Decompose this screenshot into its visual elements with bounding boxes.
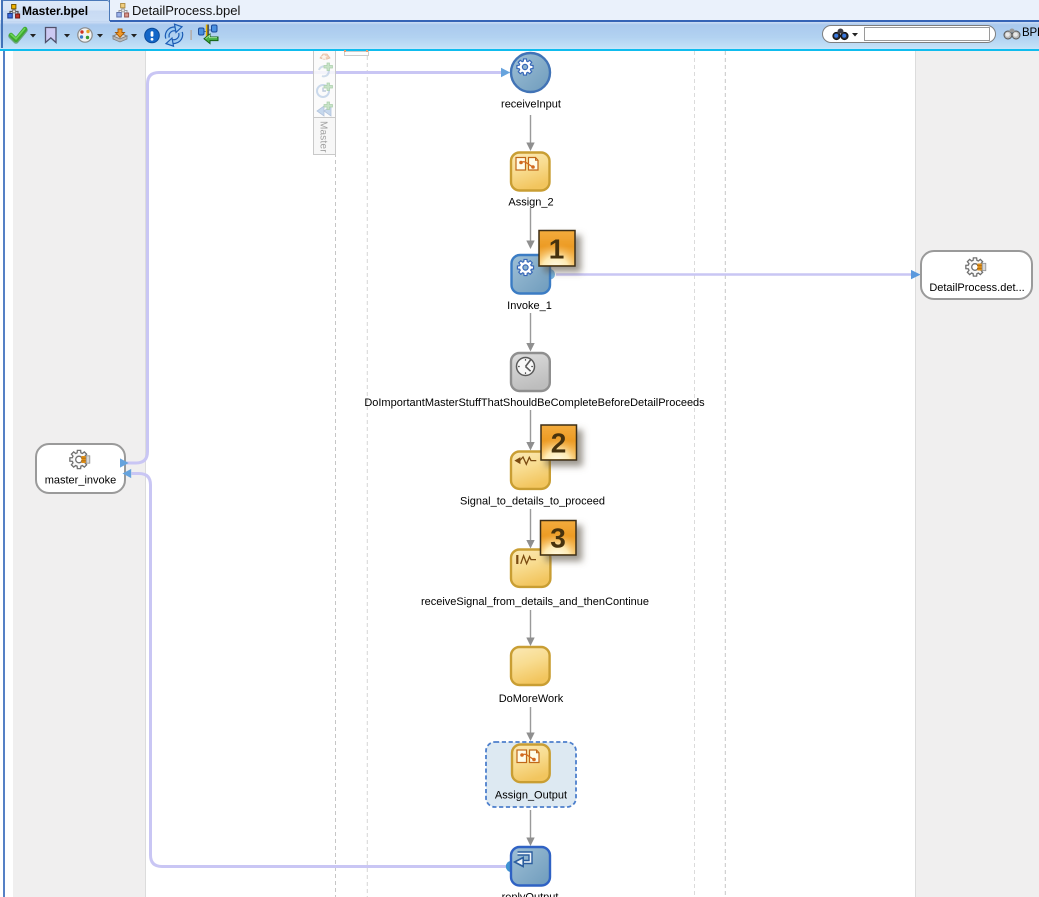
svg-text:Assign_2: Assign_2 — [508, 197, 553, 209]
svg-text:DoImportantMasterStuffThatShou: DoImportantMasterStuffThatShouldBeComple… — [364, 397, 705, 409]
svg-text:1: 1 — [549, 234, 565, 265]
svg-text:master_invoke: master_invoke — [45, 475, 117, 487]
svg-text:Assign_Output: Assign_Output — [495, 790, 567, 802]
svg-text:DoMoreWork: DoMoreWork — [499, 693, 564, 705]
svg-text:replyOutput: replyOutput — [502, 892, 559, 897]
svg-text:Signal_to_details_to_proceed: Signal_to_details_to_proceed — [460, 496, 605, 508]
svg-text:receiveInput: receiveInput — [501, 99, 561, 111]
svg-text:Invoke_1: Invoke_1 — [507, 300, 552, 312]
svg-text:3: 3 — [550, 523, 566, 554]
svg-text:2: 2 — [551, 428, 567, 459]
svg-text:DetailProcess.det...: DetailProcess.det... — [929, 282, 1024, 294]
svg-text:receiveSignal_from_details_and: receiveSignal_from_details_and_thenConti… — [421, 596, 649, 608]
